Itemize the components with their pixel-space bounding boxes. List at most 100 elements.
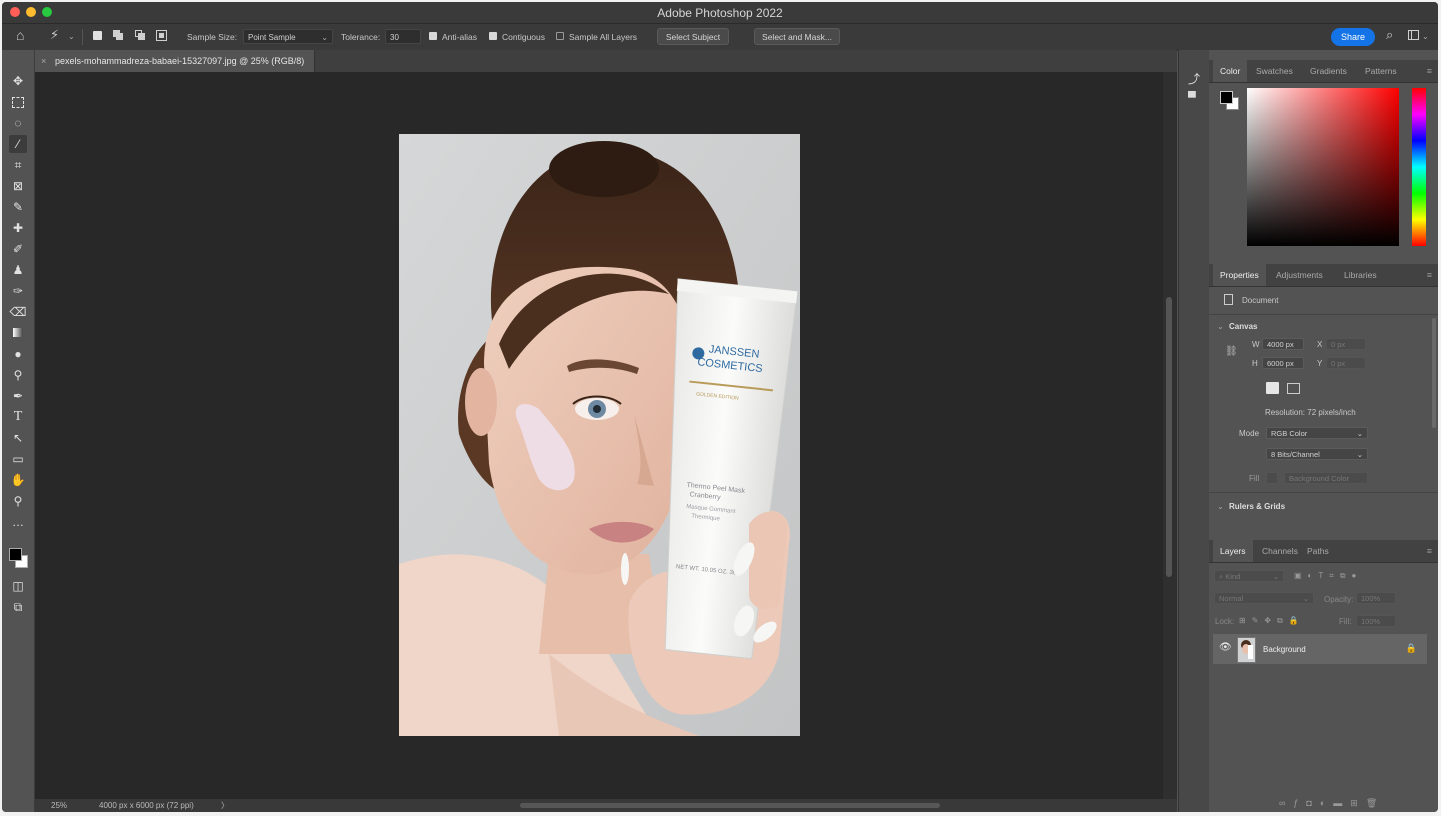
visibility-eye-icon[interactable]: 👁 bbox=[1219, 642, 1232, 653]
bit-depth-select[interactable]: 8 Bits/Channel ⌄ bbox=[1266, 448, 1368, 460]
move-tool-icon[interactable]: ✥ bbox=[9, 72, 27, 90]
vertical-scrollbar[interactable] bbox=[1163, 72, 1177, 799]
quick-mask-icon[interactable]: ◫ bbox=[9, 577, 27, 595]
close-tab-icon[interactable]: × bbox=[41, 50, 46, 72]
home-icon[interactable]: ⌂ bbox=[16, 27, 24, 43]
layer-filter-icons[interactable]: ▣◐T⌗⧉● bbox=[1294, 571, 1362, 581]
chevron-down-icon[interactable]: ⌄ bbox=[68, 29, 75, 45]
panel-menu-icon[interactable]: ≡ bbox=[1427, 66, 1432, 76]
eyedropper-tool-icon[interactable]: ✎ bbox=[9, 198, 27, 216]
width-input[interactable]: 4000 px bbox=[1262, 338, 1304, 350]
link-icon[interactable]: ⛓ bbox=[1225, 346, 1238, 357]
y-input[interactable]: 0 px bbox=[1326, 357, 1366, 369]
chevron-down-icon[interactable]: ⌄ bbox=[1217, 322, 1224, 331]
x-input[interactable]: 0 px bbox=[1326, 338, 1366, 350]
properties-scroll-thumb[interactable] bbox=[1432, 318, 1436, 428]
chevron-down-icon: ⌄ bbox=[1356, 450, 1363, 459]
sample-size-select[interactable]: Point Sample ⌄ bbox=[243, 29, 333, 44]
sample-all-layers-label: Sample All Layers bbox=[569, 32, 638, 42]
document-tab[interactable]: × pexels-mohammadreza-babaei-15327097.jp… bbox=[35, 50, 316, 72]
tab-color[interactable]: Color bbox=[1213, 60, 1248, 82]
healing-brush-tool-icon[interactable]: ✚ bbox=[9, 219, 27, 237]
zoom-level[interactable]: 25% bbox=[51, 799, 67, 812]
dodge-tool-icon[interactable]: ⚲ bbox=[9, 366, 27, 384]
x-label: X bbox=[1317, 340, 1323, 349]
contiguous-label: Contiguous bbox=[502, 32, 546, 42]
mode-value: RGB Color bbox=[1271, 429, 1308, 438]
gradient-tool-icon[interactable] bbox=[9, 324, 27, 342]
tab-swatches[interactable]: Swatches bbox=[1249, 60, 1300, 82]
blend-mode-select[interactable]: Normal ⌄ bbox=[1214, 592, 1314, 604]
fill-swatch[interactable] bbox=[1266, 472, 1278, 484]
crop-tool-icon[interactable]: ⌗ bbox=[9, 156, 27, 174]
tab-layers[interactable]: Layers bbox=[1213, 540, 1253, 562]
contiguous-checkbox[interactable] bbox=[489, 32, 497, 40]
share-button[interactable]: Share bbox=[1331, 28, 1375, 46]
horizontal-scrollbar[interactable] bbox=[520, 803, 940, 808]
hand-tool-icon[interactable]: ✋ bbox=[9, 471, 27, 489]
status-menu-arrow[interactable]: 〉 bbox=[221, 799, 229, 812]
tab-paths[interactable]: Paths bbox=[1300, 540, 1336, 562]
rectangle-tool-icon[interactable]: ▭ bbox=[9, 450, 27, 468]
select-and-mask-button[interactable]: Select and Mask... bbox=[754, 28, 840, 45]
foreground-color-swatch[interactable] bbox=[9, 548, 22, 561]
panel-menu-icon[interactable]: ≡ bbox=[1427, 270, 1432, 280]
tab-patterns[interactable]: Patterns bbox=[1358, 60, 1404, 82]
tab-properties[interactable]: Properties bbox=[1213, 264, 1266, 286]
layer-row-background[interactable]: 👁 Background 🔒 bbox=[1213, 634, 1427, 664]
mode-select[interactable]: RGB Color ⌄ bbox=[1266, 427, 1368, 439]
magic-wand-tool-preset-icon[interactable]: ⚡︎ bbox=[50, 27, 59, 43]
new-selection-icon[interactable] bbox=[93, 31, 102, 40]
fg-color-chip[interactable] bbox=[1220, 91, 1233, 104]
screen-mode-icon[interactable]: ⧉ bbox=[9, 598, 27, 616]
frame-tool-icon[interactable]: ⊠ bbox=[9, 177, 27, 195]
tab-libraries[interactable]: Libraries bbox=[1337, 264, 1384, 286]
intersect-selection-icon[interactable] bbox=[156, 30, 167, 41]
brush-tool-icon[interactable]: ✐ bbox=[9, 240, 27, 258]
color-field[interactable] bbox=[1247, 88, 1399, 246]
more-tools-icon[interactable]: … bbox=[9, 513, 27, 531]
lock-icons[interactable]: ⊞✎✥⧉🔒 bbox=[1239, 616, 1305, 626]
clone-stamp-tool-icon[interactable]: ♟ bbox=[9, 261, 27, 279]
canvas-area[interactable]: JANSSEN COSMETICS GOLDEN EDITION Thermo … bbox=[35, 72, 1163, 799]
select-subject-button[interactable]: Select Subject bbox=[657, 28, 729, 45]
portrait-orientation-icon[interactable] bbox=[1266, 382, 1279, 394]
opacity-input[interactable]: 100% bbox=[1356, 592, 1396, 604]
eraser-tool-icon[interactable]: ⌫ bbox=[9, 303, 27, 321]
tolerance-input[interactable]: 30 bbox=[385, 29, 421, 44]
hue-slider[interactable] bbox=[1412, 88, 1426, 246]
tab-adjustments[interactable]: Adjustments bbox=[1269, 264, 1330, 286]
rulers-grids-section-header[interactable]: Rulers & Grids bbox=[1229, 502, 1285, 511]
path-selection-tool-icon[interactable]: ↖ bbox=[9, 429, 27, 447]
search-icon[interactable]: ⌕ bbox=[1386, 27, 1393, 43]
vertical-scroll-thumb[interactable] bbox=[1166, 297, 1172, 577]
height-input[interactable]: 6000 px bbox=[1262, 357, 1304, 369]
sample-all-layers-checkbox[interactable] bbox=[556, 32, 564, 40]
zoom-tool-icon[interactable]: ⚲ bbox=[9, 492, 27, 510]
layer-fill-input[interactable]: 100% bbox=[1356, 615, 1396, 627]
lasso-tool-icon[interactable]: ◌ bbox=[9, 114, 27, 132]
fill-select[interactable]: Background Color bbox=[1284, 472, 1368, 484]
workspace-icon[interactable] bbox=[1408, 30, 1419, 40]
pen-tool-icon[interactable]: ✒ bbox=[9, 387, 27, 405]
magic-wand-tool-icon[interactable]: ⁄ bbox=[9, 135, 27, 153]
panel-menu-icon[interactable]: ≡ bbox=[1427, 546, 1432, 556]
layer-kind-filter[interactable]: ⌕ Kind ⌄ bbox=[1214, 570, 1284, 582]
type-tool-icon[interactable]: T bbox=[9, 408, 27, 426]
layers-footer-icons[interactable]: ∞ƒ◘◐▬⊞🗑 bbox=[1279, 798, 1385, 809]
chevron-down-icon[interactable]: ⌄ bbox=[1217, 502, 1224, 511]
blur-tool-icon[interactable]: ● bbox=[9, 345, 27, 363]
subtract-from-selection-icon[interactable] bbox=[135, 30, 146, 41]
tab-channels[interactable]: Channels bbox=[1255, 540, 1305, 562]
opacity-label: Opacity: bbox=[1324, 595, 1354, 604]
anti-alias-checkbox[interactable] bbox=[429, 32, 437, 40]
comments-icon[interactable]: ▀ bbox=[1188, 92, 1196, 104]
history-icon[interactable]: ⤴ bbox=[1188, 70, 1200, 87]
canvas-section-header[interactable]: Canvas bbox=[1229, 322, 1257, 331]
marquee-tool-icon[interactable] bbox=[9, 93, 27, 111]
landscape-orientation-icon[interactable] bbox=[1287, 383, 1300, 394]
chevron-down-icon[interactable]: ⌄ bbox=[1422, 29, 1429, 45]
add-to-selection-icon[interactable] bbox=[113, 30, 124, 41]
history-brush-tool-icon[interactable]: ✑ bbox=[9, 282, 27, 300]
tab-gradients[interactable]: Gradients bbox=[1303, 60, 1354, 82]
